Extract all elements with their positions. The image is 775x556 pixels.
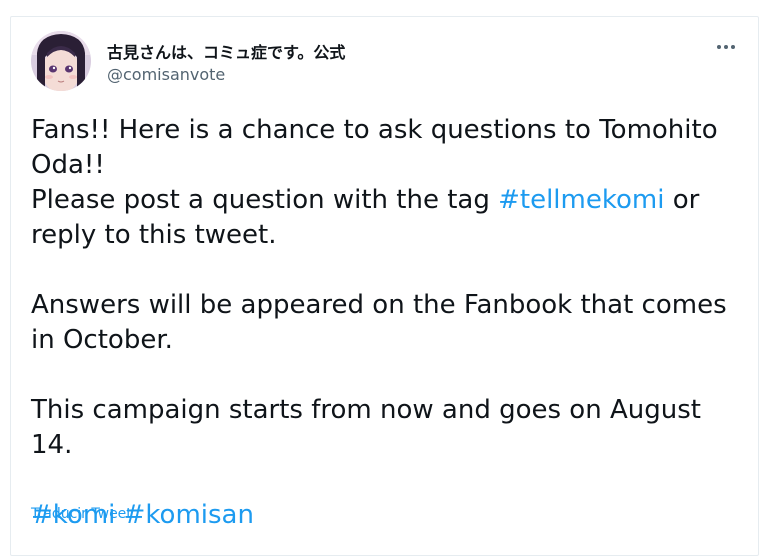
hashtag-komisan-link[interactable]: #komisan [124,500,254,530]
tweet-line-intro: Fans!! Here is a chance to ask questions… [31,115,718,180]
tweet-text: Fans!! Here is a chance to ask questions… [31,113,746,533]
tweet-line-campaign: This campaign starts from now and goes o… [31,395,701,460]
tweet-line-hashtags: #komi #komisan [31,498,746,533]
tweet-line-answers: Answers will be appeared on the Fanbook … [31,290,727,355]
avatar[interactable] [31,31,91,91]
tweet-card: 古見さんは、コミュ症です。公式 @comisanvote Fans!! Here… [10,16,759,556]
more-options-button[interactable] [711,35,741,59]
more-horizontal-icon [717,45,735,49]
avatar-image [31,31,91,91]
author-display-name[interactable]: 古見さんは、コミュ症です。公式 [107,39,345,63]
translate-tweet-link[interactable]: Traducir Tweet [31,506,132,522]
author-handle[interactable]: @comisanvote [107,65,225,84]
tweet-text-segment: Please post a question with the tag [31,185,499,215]
tweet-line-instructions: Please post a question with the tag #tel… [31,183,746,253]
hashtag-tellmekomi-link[interactable]: #tellmekomi [498,185,664,215]
